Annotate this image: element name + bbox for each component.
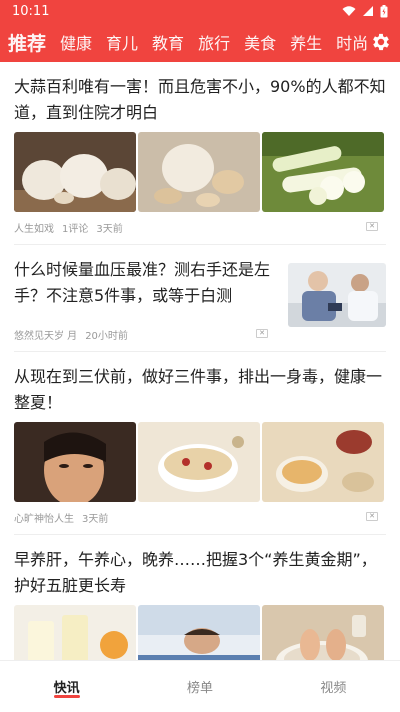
article-title[interactable]: 大蒜百利唯有一害！而且危害不小，90%的人都不知道，直到住院才明白 (14, 74, 386, 126)
article-meta: 心旷神怡人生 3天前 ✕ (14, 510, 386, 525)
bottom-navigation: 快讯 榜单 视频 (0, 660, 400, 712)
leek-image[interactable] (262, 132, 384, 212)
sleeping-man-image[interactable] (138, 605, 260, 660)
article-time: 20小时前 (85, 330, 128, 342)
article-item[interactable]: 从现在到三伏前，做好三件事，排出一身毒，健康一整夏！ 心旷神怡人生 3天前 ✕ (0, 352, 400, 535)
tab-fashion[interactable]: 时尚 (336, 30, 368, 54)
battery-icon (380, 4, 388, 17)
article-title[interactable]: 早养肝，午养心，晚养……把握3个“养生黄金期”，护好五脏更长寿 (14, 547, 386, 599)
tab-food[interactable]: 美食 (244, 30, 276, 54)
article-title[interactable]: 什么时候量血压最准？测右手还是左手？不注意5件事，或等于白测 (14, 257, 276, 327)
nav-label: 榜单 (186, 681, 213, 696)
status-time: 10:11 (12, 3, 50, 19)
article-item[interactable]: 大蒜百利唯有一害！而且危害不小，90%的人都不知道，直到住院才明白 人生如戏 1… (0, 62, 400, 245)
nav-rankings[interactable]: 榜单 (133, 661, 266, 712)
article-comments: 1评论 (62, 223, 89, 235)
signal-icon (363, 6, 373, 16)
blood-pressure-image[interactable] (288, 263, 386, 327)
tab-travel[interactable]: 旅行 (198, 30, 230, 54)
dismiss-icon[interactable]: ✕ (366, 222, 378, 231)
dismiss-icon[interactable]: ✕ (256, 329, 268, 338)
garlic-bulbs-image[interactable] (14, 132, 136, 212)
article-source: 人生如戏 (14, 223, 54, 235)
tab-health[interactable]: 健康 (60, 30, 92, 54)
article-meta: 人生如戏 1评论 3天前 ✕ (14, 220, 386, 235)
status-bar: 10:11 (0, 0, 400, 22)
garlic-cloves-image[interactable] (138, 132, 260, 212)
woman-portrait-image[interactable] (14, 422, 136, 502)
fruit-drink-image[interactable] (14, 605, 136, 660)
article-time: 3天前 (82, 513, 109, 525)
gear-icon[interactable] (370, 31, 392, 53)
tab-parenting[interactable]: 育儿 (106, 30, 138, 54)
status-icons (342, 4, 388, 18)
article-source: 悠然见天岁 月 (14, 330, 78, 342)
active-indicator (53, 695, 80, 698)
nav-flash-news[interactable]: 快讯 (0, 661, 133, 712)
tab-education[interactable]: 教育 (152, 30, 184, 54)
article-time: 3天前 (96, 223, 123, 235)
tea-ingredients-image[interactable] (262, 422, 384, 502)
app-header: 10:11 推荐 健康 育儿 教育 旅行 美食 养生 时尚 (0, 0, 400, 62)
nav-label: 快讯 (53, 681, 80, 696)
article-images (14, 422, 386, 502)
news-feed: 大蒜百利唯有一害！而且危害不小，90%的人都不知道，直到住院才明白 人生如戏 1… (0, 62, 400, 660)
nav-videos[interactable]: 视频 (267, 661, 400, 712)
article-images (14, 132, 386, 212)
article-title[interactable]: 从现在到三伏前，做好三件事，排出一身毒，健康一整夏！ (14, 364, 386, 416)
nav-label: 视频 (320, 681, 347, 696)
soup-bowl-image[interactable] (138, 422, 260, 502)
article-images (14, 605, 386, 660)
tab-recommend[interactable]: 推荐 (8, 29, 46, 56)
tab-wellness[interactable]: 养生 (290, 30, 322, 54)
category-tabs: 推荐 健康 育儿 教育 旅行 美食 养生 时尚 (0, 22, 400, 62)
article-source: 心旷神怡人生 (14, 513, 74, 525)
article-item[interactable]: 早养肝，午养心，晚养……把握3个“养生黄金期”，护好五脏更长寿 (0, 535, 400, 660)
dismiss-icon[interactable]: ✕ (366, 512, 378, 521)
article-item[interactable]: 什么时候量血压最准？测右手还是左手？不注意5件事，或等于白测 悠然见天岁 月 2… (0, 245, 400, 352)
article-meta: 悠然见天岁 月 20小时前 ✕ (14, 327, 386, 342)
wifi-icon (342, 6, 356, 16)
foot-soak-image[interactable] (262, 605, 384, 660)
